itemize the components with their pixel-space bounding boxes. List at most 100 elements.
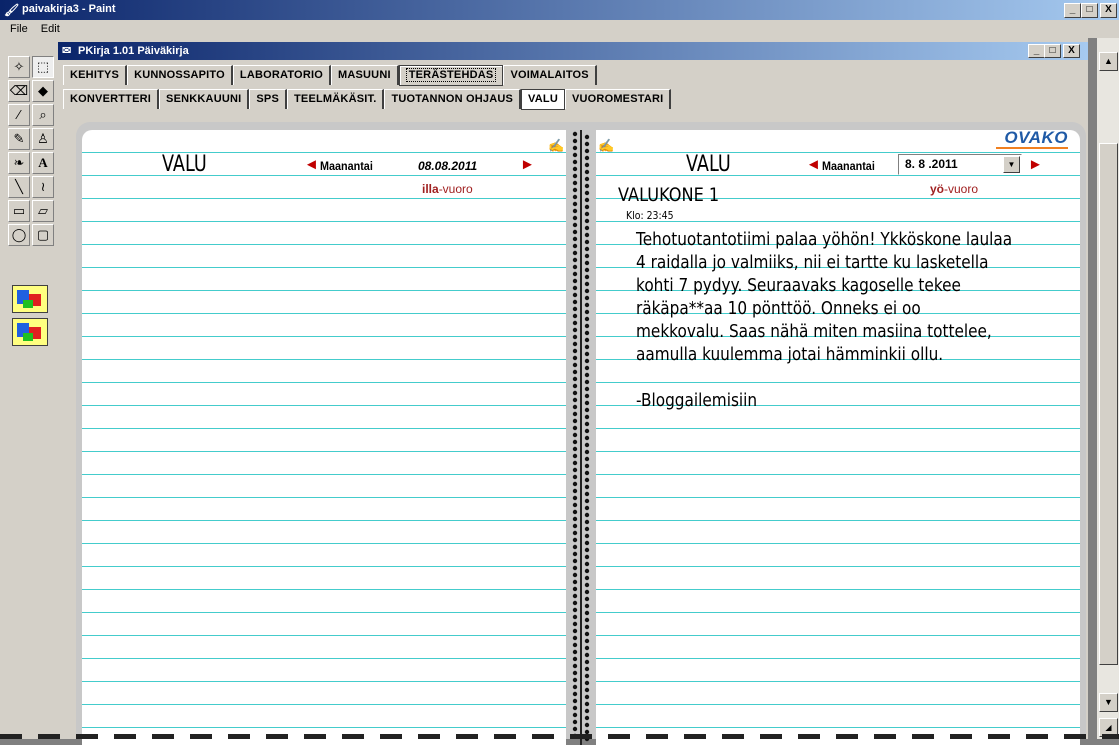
spiral-ring — [572, 250, 578, 256]
spiral-ring — [584, 526, 590, 532]
text-tool-icon[interactable]: A — [32, 152, 54, 174]
notepad-icon[interactable]: ✍ — [548, 138, 564, 154]
tab-teelmakasit[interactable]: TEELMÄKÄSIT. — [287, 89, 385, 109]
tab-sps[interactable]: SPS — [249, 89, 288, 109]
curve-icon[interactable]: ≀ — [32, 176, 54, 198]
date-select[interactable]: 8. 8 .2011 ▼ — [898, 154, 1022, 175]
spiral-ring — [584, 645, 590, 651]
left-shift-suffix: -vuoro — [438, 182, 473, 196]
spiral-ring — [572, 516, 578, 522]
fill-icon[interactable]: ◆ — [32, 80, 54, 102]
tab-konvertteri[interactable]: KONVERTTERI — [63, 89, 160, 109]
spiral-ring — [584, 589, 590, 595]
spiral-ring — [584, 393, 590, 399]
spiral-ring — [584, 596, 590, 602]
spiral-ring — [584, 155, 590, 161]
pkirja-close-button[interactable]: X — [1063, 44, 1080, 58]
paint-menubar: File Edit — [0, 20, 1119, 38]
tab-terastehdas[interactable]: TERÄSTEHDAS — [398, 65, 504, 86]
tab-vuoromestari[interactable]: VUOROMESTARI — [564, 89, 672, 109]
spiral-ring — [584, 190, 590, 196]
spiral-ring — [584, 484, 590, 490]
paint-toolbox: ✧ ⬚ ⌫ ◆ ⁄ ⌕ ✎ ♙ ❧ A ╲ ≀ ▭ ▱ ◯ ▢ — [0, 38, 61, 739]
magnifier-icon[interactable]: ⌕ — [32, 104, 54, 126]
close-button[interactable]: X — [1100, 3, 1117, 18]
entry-line: kohti 7 pydyy. Seuraavaks kagoselle teke… — [636, 275, 961, 296]
arrow-left-icon[interactable]: ◄ — [304, 156, 319, 173]
spiral-ring — [584, 351, 590, 357]
scroll-down-icon[interactable]: ▼ — [1099, 693, 1118, 712]
scroll-thumb[interactable] — [1099, 143, 1118, 665]
tab-laboratorio[interactable]: LABORATORIO — [232, 65, 331, 85]
spiral-ring — [584, 148, 590, 154]
tab-terastehdas-label: TERÄSTEHDAS — [405, 68, 497, 82]
selection-border — [0, 734, 1119, 739]
spiral-ring — [572, 264, 578, 270]
spiral-ring — [584, 470, 590, 476]
arrow-right-icon-right[interactable]: ► — [1028, 156, 1043, 173]
pencil-icon[interactable]: ✎ — [8, 128, 30, 150]
tab-kunnossapito[interactable]: KUNNOSSAPITO — [127, 65, 233, 85]
opaque-mode-icon[interactable] — [12, 285, 48, 313]
rectangle-icon[interactable]: ▭ — [8, 200, 30, 222]
chevron-down-icon[interactable]: ▼ — [1003, 156, 1020, 173]
arrow-right-icon[interactable]: ► — [520, 156, 535, 173]
transparent-mode-icon[interactable] — [12, 318, 48, 346]
brush-icon[interactable]: ♙ — [32, 128, 54, 150]
pkirja-minimize-button[interactable]: _ — [1028, 44, 1045, 58]
rounded-rect-icon[interactable]: ▢ — [32, 224, 54, 246]
spiral-ring — [584, 435, 590, 441]
spiral-ring — [584, 400, 590, 406]
spiral-ring — [584, 463, 590, 469]
maximize-button[interactable]: □ — [1081, 3, 1098, 18]
free-select-icon[interactable]: ✧ — [8, 56, 30, 78]
left-page[interactable]: ✍ VALU ◄ Maanantai 08.08.2011 ► illa-vuo… — [82, 130, 566, 745]
eraser-icon[interactable]: ⌫ — [8, 80, 30, 102]
pkirja-maximize-button[interactable]: □ — [1044, 44, 1061, 58]
spiral-ring — [584, 232, 590, 238]
entry-line: aamulla kuulemma jotai hämminkii ollu. — [636, 344, 944, 365]
spiral-ring — [572, 159, 578, 165]
polygon-icon[interactable]: ▱ — [32, 200, 54, 222]
airbrush-icon[interactable]: ❧ — [8, 152, 30, 174]
scroll-up-icon[interactable]: ▲ — [1099, 52, 1118, 71]
tab-voimalaitos[interactable]: VOIMALAITOS — [503, 65, 597, 85]
right-page[interactable]: ✍ OVAKO VALU ◄ Maanantai 8. 8 .2011 ▼ ► … — [596, 128, 1080, 745]
rect-select-icon[interactable]: ⬚ — [32, 56, 54, 78]
pkirja-window: ✉ PKirja 1.01 Päiväkirja _ □ X KEHITYS K… — [58, 38, 1088, 745]
spiral-ring — [572, 411, 578, 417]
spiral-ring — [584, 134, 590, 140]
spiral-ring — [572, 327, 578, 333]
spiral-ring — [584, 575, 590, 581]
spiral-ring — [584, 449, 590, 455]
line-icon[interactable]: ╲ — [8, 176, 30, 198]
tab-kehitys[interactable]: KEHITYS — [63, 65, 128, 85]
spiral-ring — [572, 215, 578, 221]
tab-senkkauuni[interactable]: SENKKAUUNI — [159, 89, 250, 109]
spiral-ring — [572, 341, 578, 347]
tab-valu[interactable]: VALU — [521, 89, 565, 110]
right-day-label: Maanantai — [822, 159, 875, 173]
menu-file[interactable]: File — [10, 23, 28, 35]
tab-tuotannon-ohjaus[interactable]: TUOTANNON OHJAUS — [384, 89, 522, 109]
spiral-ring — [572, 334, 578, 340]
spiral-ring — [572, 481, 578, 487]
color-picker-icon[interactable]: ⁄ — [8, 104, 30, 126]
spiral-ring — [572, 131, 578, 137]
spiral-ring — [584, 421, 590, 427]
spiral-ring — [572, 551, 578, 557]
spiral-ring — [584, 610, 590, 616]
arrow-left-icon-right[interactable]: ◄ — [806, 156, 821, 173]
vertical-scrollbar[interactable]: ▲ ▼ ◢ — [1097, 38, 1119, 739]
spiral-ring — [572, 397, 578, 403]
minimize-button[interactable]: _ — [1064, 3, 1081, 18]
spiral-ring — [572, 229, 578, 235]
ellipse-icon[interactable]: ◯ — [8, 224, 30, 246]
spiral-ring — [584, 505, 590, 511]
spiral-ring — [572, 530, 578, 536]
notepad-icon-right[interactable]: ✍ — [598, 138, 614, 154]
spiral-ring — [584, 246, 590, 252]
spiral-ring — [584, 624, 590, 630]
tab-masuuni[interactable]: MASUUNI — [330, 65, 399, 85]
menu-edit[interactable]: Edit — [41, 23, 60, 35]
